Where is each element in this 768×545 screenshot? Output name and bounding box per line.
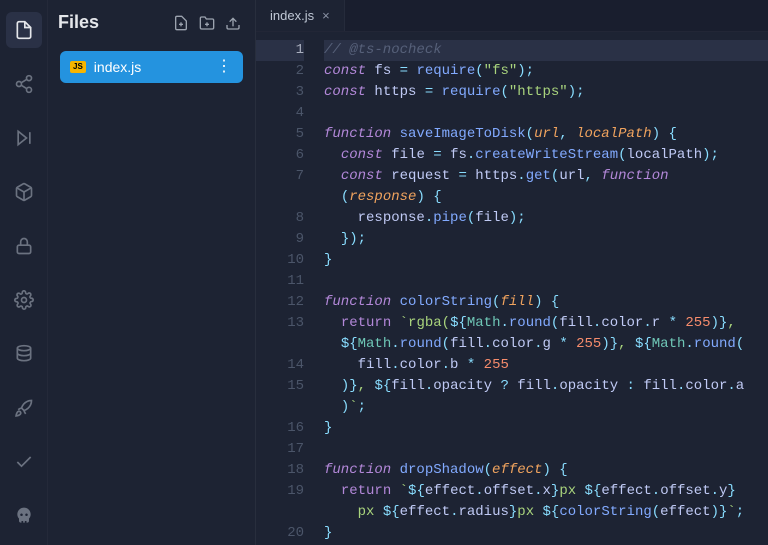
file-label: index.js [94, 59, 208, 75]
line-number: 14 [256, 355, 304, 376]
tab-close-icon[interactable]: × [322, 8, 330, 23]
new-file-icon[interactable] [173, 15, 189, 31]
line-number: 3 [256, 82, 304, 103]
code-line[interactable]: } [324, 250, 768, 271]
code-line[interactable]: ${Math.round(fill.color.g * 255)}, ${Mat… [324, 334, 768, 355]
activity-package-icon[interactable] [6, 174, 42, 210]
code-line[interactable]: const https = require("https"); [324, 82, 768, 103]
line-number: 16 [256, 418, 304, 439]
line-number: 4 [256, 103, 304, 124]
code-line[interactable]: response.pipe(file); [324, 208, 768, 229]
line-number: 12 [256, 292, 304, 313]
code-line[interactable]: const fs = require("fs"); [324, 61, 768, 82]
code-line[interactable]: function saveImageToDisk(url, localPath)… [324, 124, 768, 145]
line-number: 7 [256, 166, 304, 187]
line-number: 10 [256, 250, 304, 271]
line-number: 11 [256, 271, 304, 292]
new-folder-icon[interactable] [199, 15, 215, 31]
line-number: 15 [256, 376, 304, 397]
file-explorer: Files JS index.js ⋮ [48, 0, 256, 545]
activity-lock-icon[interactable] [6, 228, 42, 264]
line-number: 5 [256, 124, 304, 145]
activity-settings-icon[interactable] [6, 282, 42, 318]
line-number [256, 502, 304, 523]
editor-area: index.js × 12345678910111213141516171819… [256, 0, 768, 545]
line-number: 18 [256, 460, 304, 481]
tab-label: index.js [270, 8, 314, 23]
sidebar-title: Files [58, 12, 99, 33]
code-line[interactable]: return `${effect.offset.x}px ${effect.of… [324, 481, 768, 502]
code-line[interactable]: (response) { [324, 187, 768, 208]
code-line[interactable]: return `rgba(${Math.round(fill.color.r *… [324, 313, 768, 334]
file-type-badge: JS [70, 61, 86, 73]
activity-files-icon[interactable] [6, 12, 42, 48]
code-line[interactable]: const request = https.get(url, function [324, 166, 768, 187]
code-line[interactable]: // @ts-nocheck [324, 40, 768, 61]
line-number: 19 [256, 481, 304, 502]
code-line[interactable] [324, 271, 768, 292]
code-content[interactable]: // @ts-nocheckconst fs = require("fs");c… [318, 32, 768, 545]
code-line[interactable] [324, 439, 768, 460]
code-line[interactable] [324, 103, 768, 124]
code-line[interactable]: )}, ${fill.opacity ? fill.opacity : fill… [324, 376, 768, 397]
line-number: 8 [256, 208, 304, 229]
code-editor[interactable]: 1234567891011121314151617181920 // @ts-n… [256, 32, 768, 545]
code-line[interactable]: } [324, 523, 768, 544]
sidebar-header: Files [48, 0, 255, 51]
line-number [256, 334, 304, 355]
upload-icon[interactable] [225, 15, 241, 31]
code-line[interactable]: function colorString(fill) { [324, 292, 768, 313]
line-number: 2 [256, 61, 304, 82]
activity-bar [0, 0, 48, 545]
line-number: 13 [256, 313, 304, 334]
line-number: 9 [256, 229, 304, 250]
activity-database-icon[interactable] [6, 336, 42, 372]
code-line[interactable]: )`; [324, 397, 768, 418]
activity-check-icon[interactable] [6, 444, 42, 480]
line-number: 1 [256, 40, 304, 61]
code-line[interactable]: const file = fs.createWriteStream(localP… [324, 145, 768, 166]
code-line[interactable]: px ${effect.radius}px ${colorString(effe… [324, 502, 768, 523]
code-line[interactable]: } [324, 418, 768, 439]
activity-play-icon[interactable] [6, 120, 42, 156]
line-number: 6 [256, 145, 304, 166]
code-line[interactable]: function dropShadow(effect) { [324, 460, 768, 481]
tab-index-js[interactable]: index.js × [256, 0, 345, 31]
line-number [256, 187, 304, 208]
code-line[interactable]: }); [324, 229, 768, 250]
line-number-gutter: 1234567891011121314151617181920 [256, 32, 318, 545]
activity-rocket-icon[interactable] [6, 390, 42, 426]
line-number: 20 [256, 523, 304, 544]
file-item-index-js[interactable]: JS index.js ⋮ [60, 51, 243, 83]
code-line[interactable]: fill.color.b * 255 [324, 355, 768, 376]
activity-share-icon[interactable] [6, 66, 42, 102]
activity-skull-icon[interactable] [6, 498, 42, 534]
sidebar-actions [173, 15, 241, 31]
line-number [256, 397, 304, 418]
tab-bar: index.js × [256, 0, 768, 32]
line-number: 17 [256, 439, 304, 460]
